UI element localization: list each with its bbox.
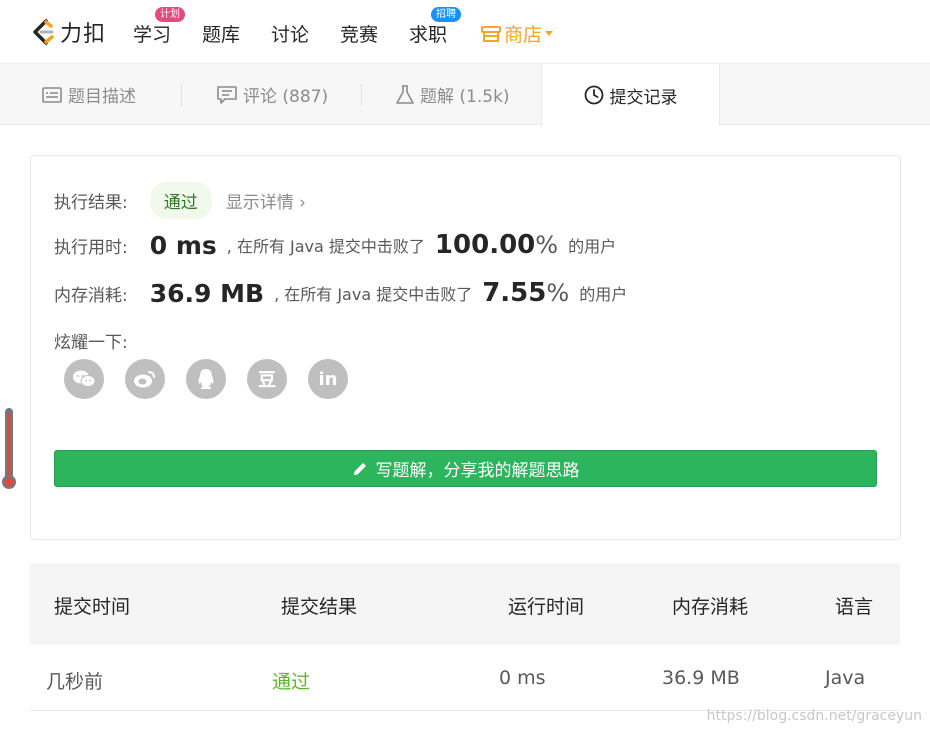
qq-icon[interactable] (186, 359, 226, 399)
memory-value: 36.9 MB (149, 278, 265, 308)
runtime-pct-value: 100.00 (434, 230, 536, 260)
wechat-icon[interactable] (64, 359, 104, 399)
percent-sign: % (546, 279, 570, 307)
watermark: https://blog.csdn.net/graceyun (706, 708, 922, 724)
runtime-value: 0 ms (149, 230, 217, 260)
percent-sign: % (535, 231, 559, 259)
store-icon (481, 25, 501, 42)
status-badge: 通过 (149, 182, 212, 219)
nav-store-label: 商店 (504, 24, 543, 46)
qq-glyph (198, 369, 214, 389)
pencil-icon (353, 462, 366, 475)
nav-jobs[interactable]: 求职 招聘 (409, 7, 462, 47)
table-row[interactable]: 几秒前 通过 0 ms 36.9 MB Java (30, 645, 900, 711)
leetcode-logo-icon (33, 19, 54, 45)
tab-solutions[interactable]: 题解 (1.5k) (396, 64, 510, 125)
share-icons: 豆 in (64, 359, 348, 399)
show-details-link[interactable]: 显示详情 › (226, 188, 306, 213)
share-label: 炫耀一下: (54, 333, 128, 353)
flask-icon (396, 84, 414, 104)
memory-label: 内存消耗: (54, 285, 128, 306)
tab-submissions[interactable]: 提交记录 (541, 64, 720, 126)
tab-comments-label: 评论 (887) (243, 87, 329, 107)
douban-glyph: 豆 (258, 370, 276, 391)
weibo-icon[interactable] (125, 359, 165, 399)
nav-learn[interactable]: 学习 计划 (133, 7, 186, 47)
row-language: Java (825, 667, 866, 689)
plan-badge: 计划 (155, 7, 186, 22)
chevron-right-icon: › (299, 193, 306, 213)
nav-problems[interactable]: 题库 (202, 20, 240, 47)
runtime-percentile: 100.00% (435, 230, 558, 260)
row-runtime: 0 ms (499, 667, 546, 689)
top-nav: 力扣 学习 计划 题库 讨论 竞赛 求职 招聘 商店 (0, 0, 930, 64)
clock-icon (584, 85, 603, 105)
share-row: 炫耀一下: (54, 328, 128, 353)
tab-description[interactable]: 题目描述 (42, 64, 136, 125)
nav-jobs-label: 求职 (409, 24, 448, 46)
row-submit-time: 几秒前 (46, 671, 104, 693)
col-submit-result[interactable]: 提交结果 (281, 592, 357, 619)
tab-solutions-label: 题解 (1.5k) (420, 87, 510, 107)
tab-submissions-label: 提交记录 (609, 87, 678, 108)
runtime-label: 执行用时: (54, 237, 128, 258)
submission-result-card: 执行结果: 通过 显示详情 › 执行用时: 0 ms , 在所有 Java 提交… (30, 155, 901, 540)
col-memory[interactable]: 内存消耗 (672, 592, 748, 619)
linkedin-glyph: in (318, 368, 338, 390)
nav-discuss[interactable]: 讨论 (271, 20, 309, 47)
weibo-glyph (134, 371, 155, 388)
nav-discuss-label: 讨论 (271, 24, 310, 46)
logo-text: 力扣 (60, 22, 107, 47)
tab-comments[interactable]: 评论 (887) (217, 64, 328, 125)
memory-pct-value: 7.55 (482, 278, 547, 308)
submissions-table-header: 提交时间 提交结果 运行时间 内存消耗 语言 (30, 563, 900, 645)
write-solution-label: 写题解，分享我的解题思路 (375, 461, 580, 481)
col-runtime[interactable]: 运行时间 (508, 592, 584, 619)
show-details-label: 显示详情 (225, 193, 294, 213)
logo[interactable]: 力扣 (30, 16, 106, 48)
nav-contest-label: 竞赛 (340, 24, 379, 46)
thermometer-icon (2, 408, 16, 489)
douban-icon[interactable]: 豆 (247, 359, 287, 399)
col-language[interactable]: 语言 (835, 592, 873, 619)
tab-divider (361, 84, 362, 106)
memory-beats-text: , 在所有 Java 提交中击败了 (274, 285, 473, 304)
nav-store[interactable]: 商店 (481, 20, 554, 47)
tab-description-label: 题目描述 (68, 87, 136, 107)
wechat-glyph (73, 370, 96, 387)
col-submit-time[interactable]: 提交时间 (54, 592, 130, 619)
exec-result-row: 执行结果: 通过 显示详情 › (54, 182, 306, 219)
memory-row: 内存消耗: 36.9 MB , 在所有 Java 提交中击败了 7.55% 的用… (54, 278, 627, 308)
runtime-users-text: 的用户 (568, 237, 617, 256)
nav-contest[interactable]: 竞赛 (340, 20, 378, 47)
caret-down-icon (545, 30, 554, 36)
nav-problems-label: 题库 (202, 24, 241, 46)
runtime-beats-text: , 在所有 Java 提交中击败了 (226, 237, 425, 256)
write-solution-button[interactable]: 写题解，分享我的解题思路 (54, 450, 877, 487)
memory-percentile: 7.55% (482, 278, 569, 308)
runtime-row: 执行用时: 0 ms , 在所有 Java 提交中击败了 100.00% 的用户 (54, 230, 616, 260)
hiring-badge: 招聘 (431, 7, 462, 22)
comment-icon (217, 85, 237, 104)
tab-divider (181, 84, 182, 106)
row-memory: 36.9 MB (662, 667, 740, 689)
linkedin-icon[interactable]: in (308, 359, 348, 399)
problem-tabs: 题目描述 评论 (887) 题解 (1.5k) 提交记录 (0, 64, 930, 126)
memory-users-text: 的用户 (579, 285, 628, 304)
description-icon (42, 86, 62, 103)
exec-result-label: 执行结果: (54, 193, 128, 213)
nav-learn-label: 学习 (133, 24, 172, 46)
row-result-link[interactable]: 通过 (272, 667, 310, 694)
